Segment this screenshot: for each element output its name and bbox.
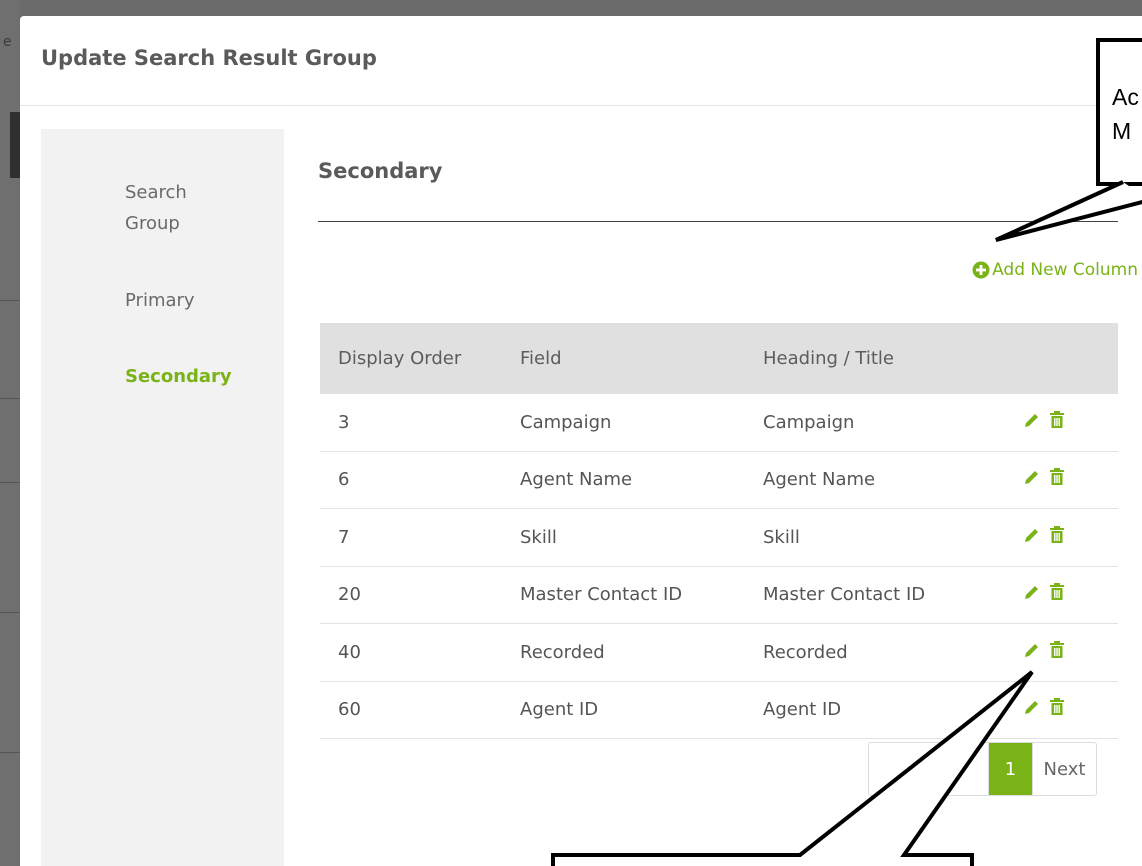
cell-heading: Agent Name bbox=[763, 469, 876, 491]
background-divider bbox=[0, 482, 20, 483]
pencil-icon[interactable] bbox=[1023, 468, 1041, 491]
pencil-icon[interactable] bbox=[1023, 641, 1041, 664]
table-header: Display Order Field Heading / Title bbox=[320, 323, 1118, 394]
cell-field: Campaign bbox=[520, 411, 612, 433]
previous-page-button[interactable]: Pr bbox=[869, 743, 989, 795]
background-text: e bbox=[3, 34, 12, 50]
table-row: 6 Agent Name Agent Name bbox=[320, 452, 1118, 509]
sidebar-item-primary[interactable]: Primary bbox=[125, 285, 195, 316]
modal-header: Update Search Result Group bbox=[20, 16, 1142, 106]
cell-field: Recorded bbox=[520, 641, 605, 663]
callout-text-line1: Ac bbox=[1112, 84, 1139, 110]
cell-field: Agent Name bbox=[520, 469, 633, 491]
cell-heading: Skill bbox=[763, 526, 800, 548]
background-divider bbox=[0, 300, 20, 301]
table-row: 7 Skill Skill bbox=[320, 509, 1118, 567]
pencil-icon[interactable] bbox=[1023, 698, 1041, 721]
page-1-button[interactable]: 1 bbox=[989, 743, 1032, 795]
pencil-icon[interactable] bbox=[1023, 583, 1041, 606]
trash-icon[interactable] bbox=[1049, 698, 1065, 721]
pencil-icon[interactable] bbox=[1023, 411, 1041, 434]
cell-display-order: 40 bbox=[338, 641, 361, 663]
table-row: 20 Master Contact ID Master Contact ID bbox=[320, 567, 1118, 624]
cell-heading: Campaign bbox=[763, 411, 855, 433]
background-divider bbox=[0, 612, 20, 613]
background-divider bbox=[0, 398, 20, 399]
modal-sidebar: Search Group Primary Secondary bbox=[41, 129, 284, 866]
trash-icon[interactable] bbox=[1049, 468, 1065, 491]
sidebar-item-secondary[interactable]: Secondary bbox=[125, 361, 232, 392]
columns-table: Display Order Field Heading / Title 3 Ca… bbox=[320, 323, 1118, 739]
table-row: 60 Agent ID Agent ID bbox=[320, 682, 1118, 739]
next-page-button[interactable]: Next bbox=[1032, 743, 1096, 795]
trash-icon[interactable] bbox=[1049, 525, 1065, 549]
header-display-order: Display Order bbox=[338, 348, 462, 369]
sidebar-item-search-group[interactable]: Search Group bbox=[125, 177, 235, 239]
add-new-column-button[interactable]: Add New Column bbox=[972, 260, 1138, 280]
cell-display-order: 6 bbox=[338, 469, 350, 491]
cell-display-order: 7 bbox=[338, 526, 350, 548]
cell-heading: Recorded bbox=[763, 641, 848, 663]
modal-title: Update Search Result Group bbox=[41, 46, 377, 70]
background-divider bbox=[0, 752, 20, 753]
cell-heading: Master Contact ID bbox=[763, 584, 926, 606]
header-field: Field bbox=[520, 348, 562, 369]
trash-icon[interactable] bbox=[1049, 640, 1065, 664]
trash-icon[interactable] bbox=[1049, 583, 1065, 606]
cell-display-order: 3 bbox=[338, 411, 350, 433]
background-block bbox=[10, 112, 20, 178]
cell-display-order: 20 bbox=[338, 584, 361, 606]
table-row: 3 Campaign Campaign bbox=[320, 394, 1118, 452]
cell-field: Skill bbox=[520, 526, 557, 548]
header-heading-title: Heading / Title bbox=[763, 348, 894, 369]
add-new-column-label: Add New Column bbox=[992, 260, 1138, 280]
cell-field: Agent ID bbox=[520, 699, 599, 721]
cell-field: Master Contact ID bbox=[520, 584, 683, 606]
pencil-icon[interactable] bbox=[1023, 526, 1041, 549]
plus-circle-icon bbox=[972, 261, 990, 279]
pagination: Pr 1 Next bbox=[868, 742, 1097, 796]
cell-heading: Agent ID bbox=[763, 699, 842, 721]
callout-text-line2: M bbox=[1112, 118, 1132, 144]
trash-icon[interactable] bbox=[1049, 410, 1065, 434]
section-divider bbox=[318, 221, 1118, 222]
table-row: 40 Recorded Recorded bbox=[320, 624, 1118, 682]
update-search-result-group-modal: Update Search Result Group Search Group … bbox=[20, 16, 1142, 866]
cell-display-order: 60 bbox=[338, 699, 361, 721]
section-title: Secondary bbox=[318, 159, 443, 183]
